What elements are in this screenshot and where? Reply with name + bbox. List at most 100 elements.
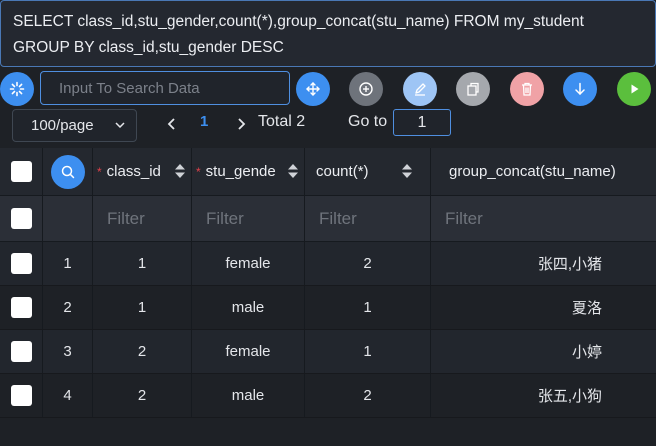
cell-stu-gender[interactable]: male <box>192 374 305 417</box>
cell-value: 张四,小猪 <box>537 256 602 273</box>
filter-input-class-id[interactable] <box>93 196 191 241</box>
cell-value: female <box>225 255 271 272</box>
pencil-icon <box>415 83 426 96</box>
cell-stu-gender[interactable]: male <box>192 286 305 329</box>
play-icon <box>631 84 639 94</box>
cell-value: 1 <box>137 299 147 316</box>
cell-group-concat[interactable]: 张五,小狗 <box>431 374 656 417</box>
row-checkbox[interactable] <box>10 297 32 318</box>
move-button[interactable] <box>296 72 330 106</box>
move-arrows-icon <box>306 82 320 96</box>
filter-cell-class-id <box>93 196 192 241</box>
trash-icon <box>522 82 532 96</box>
execute-button[interactable] <box>617 72 651 106</box>
cell-value: 2 <box>363 387 372 404</box>
goto-page-input[interactable] <box>393 109 451 136</box>
cell-group-concat[interactable]: 夏洛 <box>431 286 656 329</box>
cell-stu-gender[interactable]: female <box>192 242 305 285</box>
search-icon <box>61 165 74 178</box>
cell-value: 小婷 <box>571 344 602 361</box>
chevron-down-icon <box>115 122 125 129</box>
delete-button[interactable] <box>510 72 544 106</box>
copy-button[interactable] <box>456 72 490 106</box>
cell-value: 1 <box>363 343 372 360</box>
row-checkbox[interactable] <box>10 253 32 274</box>
sql-editor[interactable]: SELECT class_id,stu_gender,count(*),grou… <box>0 0 656 67</box>
column-header-group-concat[interactable]: group_concat(stu_name) <box>431 148 656 195</box>
cell-stu-gender[interactable]: female <box>192 330 305 373</box>
row-index-cell: 1 <box>43 242 93 285</box>
column-header-stu-gender[interactable]: * stu_gende <box>192 148 305 195</box>
query-result-panel: SELECT class_id,stu_gender,count(*),grou… <box>0 0 656 446</box>
cell-class-id[interactable]: 1 <box>93 286 192 329</box>
row-index: 2 <box>63 299 72 316</box>
filter-cell-count <box>305 196 431 241</box>
required-mark: * <box>196 164 201 179</box>
row-index-cell: 4 <box>43 374 93 417</box>
table-row[interactable]: 1 1 female 2 张四,小猪 <box>0 242 656 286</box>
cell-group-concat[interactable]: 张四,小猪 <box>431 242 656 285</box>
table-row[interactable]: 4 2 male 2 张五,小狗 <box>0 374 656 418</box>
edit-button[interactable] <box>403 72 437 106</box>
column-header-count[interactable]: count(*) <box>305 148 431 195</box>
filter-cell-group-concat <box>431 196 656 241</box>
prev-page-icon[interactable] <box>163 113 179 135</box>
cell-value: male <box>231 387 265 404</box>
result-table: * class_id * stu_gende count(*) group_co… <box>0 148 656 446</box>
cell-count[interactable]: 1 <box>305 330 431 373</box>
cell-value: female <box>225 343 271 360</box>
total-count: Total 2 <box>258 113 306 130</box>
cell-class-id[interactable]: 2 <box>93 330 192 373</box>
cell-class-id[interactable]: 2 <box>93 374 192 417</box>
filter-input-stu-gender[interactable] <box>192 196 304 241</box>
plus-circle-icon <box>359 82 373 96</box>
table-header-row: * class_id * stu_gende count(*) group_co… <box>0 148 656 196</box>
refresh-button[interactable] <box>0 72 34 106</box>
cell-value: 2 <box>363 255 372 272</box>
required-mark: * <box>97 164 102 179</box>
header-search-cell <box>43 148 93 195</box>
cell-class-id[interactable]: 1 <box>93 242 192 285</box>
row-checkbox[interactable] <box>10 341 32 362</box>
search-input[interactable] <box>40 71 290 105</box>
row-index: 1 <box>63 255 72 272</box>
filter-input-count[interactable] <box>305 196 430 241</box>
table-row[interactable]: 2 1 male 1 夏洛 <box>0 286 656 330</box>
cell-group-concat[interactable]: 小婷 <box>431 330 656 373</box>
cell-value: 2 <box>137 343 147 360</box>
add-row-button[interactable] <box>349 72 383 106</box>
filter-input-group-concat[interactable] <box>431 196 656 241</box>
cell-count[interactable]: 2 <box>305 374 431 417</box>
next-page-icon[interactable] <box>234 113 250 135</box>
row-index-cell: 3 <box>43 330 93 373</box>
column-search-button[interactable] <box>50 154 85 189</box>
column-label: count(*) <box>316 163 369 180</box>
sort-icon[interactable] <box>401 162 413 180</box>
sort-icon[interactable] <box>287 162 299 180</box>
column-label: class_id <box>106 163 161 180</box>
filter-index-cell <box>43 196 93 241</box>
row-checkbox[interactable] <box>10 385 32 406</box>
download-button[interactable] <box>563 72 597 106</box>
cell-value: male <box>231 299 265 316</box>
current-page-number[interactable]: 1 <box>200 113 208 130</box>
copy-icon <box>467 82 479 96</box>
table-row[interactable]: 3 2 female 1 小婷 <box>0 330 656 374</box>
filter-select-cell <box>0 196 43 241</box>
filter-cell-stu-gender <box>192 196 305 241</box>
row-select-cell <box>0 286 43 329</box>
sort-icon[interactable] <box>174 162 186 180</box>
column-header-class-id[interactable]: * class_id <box>93 148 192 195</box>
cell-count[interactable]: 1 <box>305 286 431 329</box>
cell-value: 夏洛 <box>571 300 602 317</box>
filter-row-checkbox[interactable] <box>10 208 32 229</box>
row-index: 4 <box>63 387 72 404</box>
row-index-cell: 2 <box>43 286 93 329</box>
page-size-select[interactable]: 100/page <box>12 109 137 142</box>
select-all-checkbox[interactable] <box>10 161 32 182</box>
cell-count[interactable]: 2 <box>305 242 431 285</box>
cell-value: 张五,小狗 <box>537 388 602 405</box>
page-size-value: 100/page <box>31 117 94 134</box>
cell-value: 1 <box>137 255 147 272</box>
row-select-cell <box>0 374 43 417</box>
